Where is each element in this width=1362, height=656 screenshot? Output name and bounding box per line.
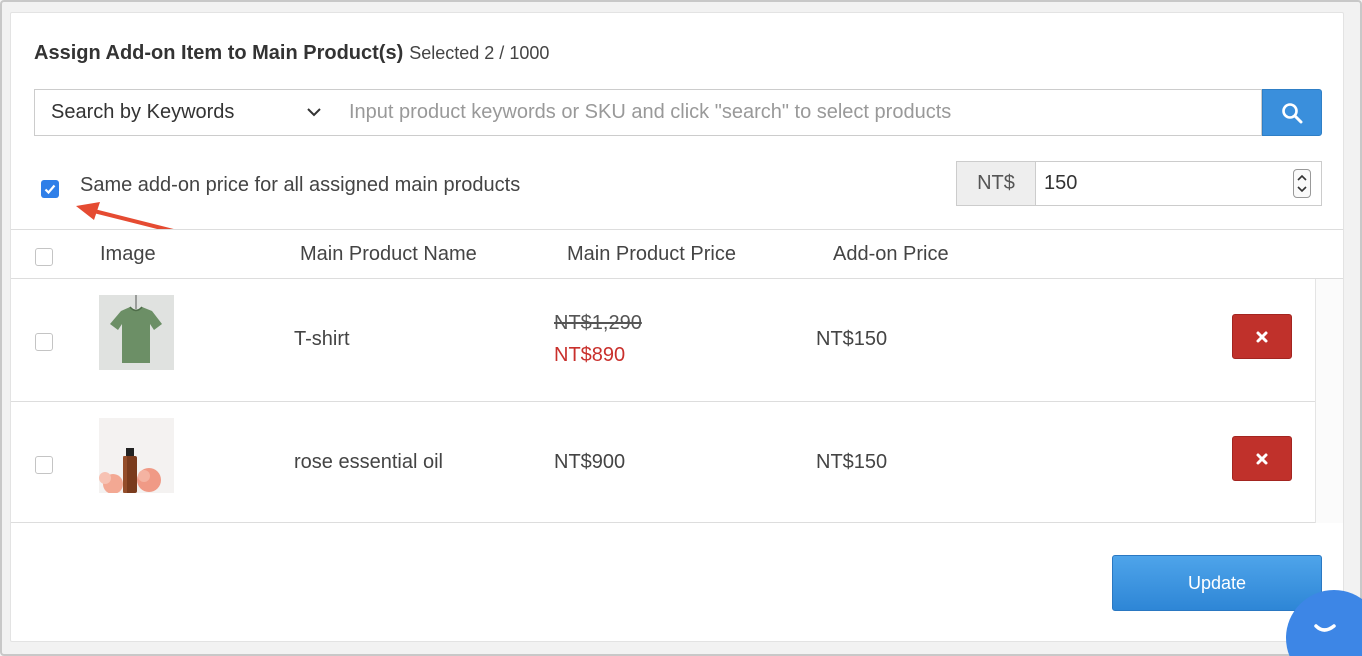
row-checkbox[interactable]: [35, 333, 53, 351]
same-price-label: Same add-on price for all assigned main …: [80, 174, 521, 196]
selected-count: Selected 2 / 1000: [409, 43, 550, 63]
number-spinner[interactable]: [1293, 169, 1311, 198]
table-row: T-shirt NT$1,290 NT$890 NT$150: [11, 279, 1315, 401]
same-price-checkbox[interactable]: [41, 180, 59, 198]
title-text: Assign Add-on Item to Main Product(s): [34, 42, 404, 64]
product-name: rose essential oil: [294, 451, 443, 473]
remove-row-button[interactable]: [1232, 314, 1292, 359]
column-header-price: Main Product Price: [567, 243, 736, 265]
currency-addon: NT$: [956, 161, 1036, 206]
tshirt-image-icon: [99, 295, 174, 370]
product-table-body: T-shirt NT$1,290 NT$890 NT$150 rose esse…: [11, 279, 1315, 523]
addon-price: NT$150: [816, 451, 888, 473]
close-icon: [1256, 453, 1268, 464]
product-price: NT$900: [554, 451, 626, 473]
oil-bottle-image-icon: [99, 418, 174, 493]
addon-price: NT$150: [816, 328, 888, 350]
row-checkbox[interactable]: [35, 456, 53, 474]
column-header-name: Main Product Name: [300, 243, 477, 265]
page-title: Assign Add-on Item to Main Product(s) Sel…: [34, 42, 549, 65]
select-all-checkbox[interactable]: [35, 248, 53, 266]
product-name: T-shirt: [294, 328, 350, 350]
update-button[interactable]: Update: [1112, 555, 1322, 611]
column-header-addon-price: Add-on Price: [833, 243, 949, 265]
sale-price: NT$890: [554, 344, 626, 366]
search-icon: [1282, 102, 1303, 123]
search-mode-select[interactable]: Search by Keywords: [34, 89, 338, 136]
search-input[interactable]: [337, 89, 1262, 136]
close-icon: [1256, 331, 1268, 342]
product-image-oil: [99, 418, 174, 493]
spinner-arrows-icon: [1297, 174, 1307, 193]
remove-row-button[interactable]: [1232, 436, 1292, 481]
column-header-image: Image: [100, 243, 156, 265]
table-scrollbar[interactable]: [1315, 279, 1343, 523]
original-price: NT$1,290: [554, 312, 642, 334]
checkmark-icon: [44, 184, 56, 195]
table-row: rose essential oil NT$900 NT$150: [11, 401, 1315, 523]
addon-price-value: 150: [1044, 172, 1078, 194]
product-image-tshirt: [99, 295, 174, 370]
search-button[interactable]: [1262, 89, 1322, 136]
search-mode-label: Search by Keywords: [51, 101, 235, 123]
addon-price-input[interactable]: 150: [1035, 161, 1322, 206]
chevron-down-icon: [307, 108, 321, 117]
table-header: Image Main Product Name Main Product Pri…: [11, 229, 1343, 279]
